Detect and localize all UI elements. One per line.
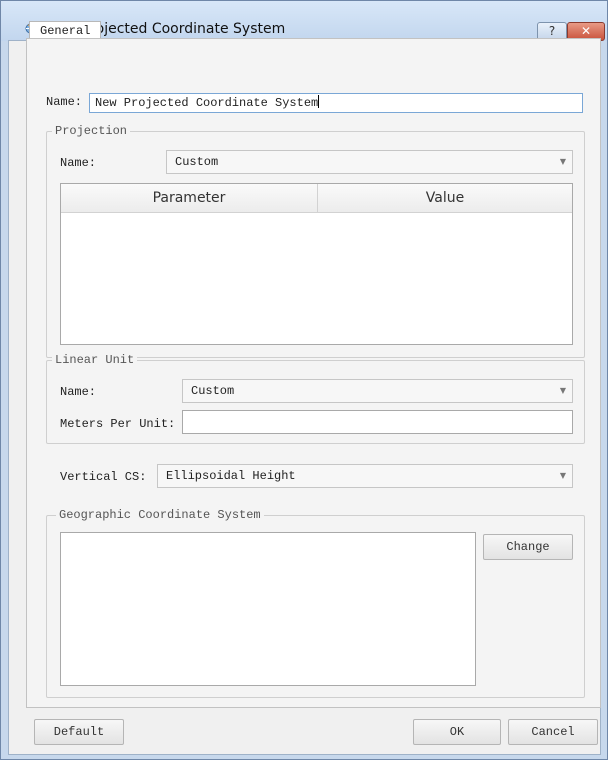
linear-unit-group-title: Linear Unit <box>52 353 138 367</box>
chevron-down-icon: ▼ <box>559 386 566 395</box>
linear-unit-name-combo[interactable]: Custom ▼ <box>182 379 573 403</box>
projection-group-title: Projection <box>52 124 131 138</box>
linear-unit-name-value: Custom <box>191 384 235 398</box>
projection-name-value: Custom <box>175 155 219 169</box>
name-label: Name: <box>46 95 83 109</box>
vertical-cs-combo[interactable]: Ellipsoidal Height ▼ <box>157 464 573 488</box>
vertical-cs-value: Ellipsoidal Height <box>166 469 296 483</box>
chevron-down-icon: ▼ <box>559 471 566 480</box>
change-button[interactable]: Change <box>483 534 573 560</box>
default-button[interactable]: Default <box>34 719 124 745</box>
projection-name-label: Name: <box>60 156 97 170</box>
meters-per-unit-label: Meters Per Unit: <box>60 417 176 431</box>
geographic-cs-group-title: Geographic Coordinate System <box>56 508 264 522</box>
geographic-cs-textbox[interactable] <box>60 532 476 686</box>
name-input-value: New Projected Coordinate System <box>95 96 319 110</box>
column-header-value[interactable]: Value <box>318 184 572 213</box>
parameter-table[interactable]: Parameter Value <box>60 183 573 345</box>
ok-button[interactable]: OK <box>413 719 501 745</box>
name-input[interactable]: New Projected Coordinate System <box>89 93 583 113</box>
chevron-down-icon: ▼ <box>559 157 566 166</box>
cancel-button[interactable]: Cancel <box>508 719 598 745</box>
projection-name-combo[interactable]: Custom ▼ <box>166 150 573 174</box>
column-header-parameter[interactable]: Parameter <box>61 184 318 213</box>
meters-per-unit-input[interactable] <box>182 410 573 434</box>
text-cursor <box>318 95 320 108</box>
linear-unit-name-label: Name: <box>60 385 97 399</box>
vertical-cs-label: Vertical CS: <box>60 470 147 484</box>
